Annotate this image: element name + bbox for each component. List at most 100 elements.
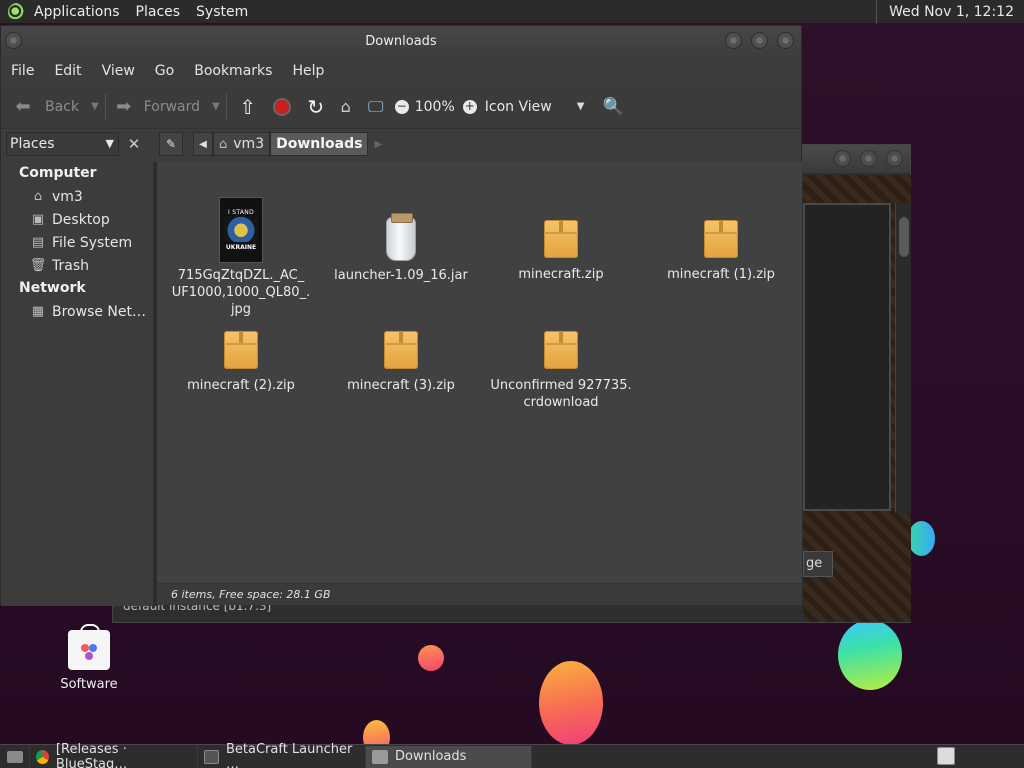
computer-icon[interactable]: 🖵 xyxy=(361,97,391,117)
menu-edit[interactable]: Edit xyxy=(44,63,91,79)
task-betacraft[interactable]: BetaCraft Launcher … xyxy=(198,742,366,768)
folder-icon xyxy=(372,749,388,764)
sidebar-item-label: Desktop xyxy=(52,211,110,228)
wallpaper-bubble xyxy=(838,620,902,690)
file-name: minecraft (3).zip xyxy=(347,378,455,393)
toggle-location-entry-button[interactable]: ✎ xyxy=(159,132,183,156)
image-thumbnail-icon: I STAND WITH UKRAINE xyxy=(219,197,263,263)
menu-bookmarks[interactable]: Bookmarks xyxy=(184,63,282,79)
file-name: Unconfirmed 927735. crdownload xyxy=(490,378,632,410)
menubar: File Edit View Go Bookmarks Help xyxy=(1,57,801,85)
system-menu[interactable]: System xyxy=(188,4,256,20)
file-item[interactable]: minecraft.zip xyxy=(481,220,641,283)
show-desktop-button[interactable] xyxy=(0,745,30,768)
sidebar-item-label: File System xyxy=(52,234,133,251)
window-menu-button[interactable] xyxy=(5,32,22,49)
zoom-in-icon[interactable]: + xyxy=(462,99,477,114)
chrome-icon xyxy=(36,749,49,764)
trash-icon: 🗑 xyxy=(29,257,47,273)
back-button[interactable]: ⬅ Back xyxy=(11,96,79,117)
zoom-level[interactable]: 100% xyxy=(415,99,455,115)
view-mode-select[interactable]: Icon View xyxy=(485,99,577,115)
archive-icon xyxy=(704,220,738,258)
back-arrow-icon: ⬅ xyxy=(15,96,31,117)
status-bar: 6 items, Free space: 28.1 GB xyxy=(157,583,802,605)
menu-go[interactable]: Go xyxy=(145,63,184,79)
sidebar-item-trash[interactable]: 🗑 Trash xyxy=(1,254,153,277)
archive-icon xyxy=(544,220,578,258)
file-view: I STAND WITH UKRAINE 715GqZtqDZL._AC_ UF… xyxy=(157,162,802,605)
file-item[interactable]: I STAND WITH UKRAINE 715GqZtqDZL._AC_ UF… xyxy=(161,197,321,318)
breadcrumb: ✎ ◀ ⌂ vm3 Downloads ▶ xyxy=(159,132,388,156)
applications-menu[interactable]: Applications xyxy=(26,4,128,20)
toolbar-separator xyxy=(225,93,227,120)
app-icon xyxy=(204,749,219,764)
taskbar: [Releases · BlueStag… BetaCraft Launcher… xyxy=(0,742,1024,768)
archive-icon xyxy=(224,331,258,369)
breadcrumb-right-arrow-icon[interactable]: ▶ xyxy=(368,139,388,150)
sidebar-item-file-system[interactable]: ▤ File System xyxy=(1,231,153,254)
file-item[interactable]: minecraft (2).zip xyxy=(161,331,321,394)
forward-history-dropdown-icon[interactable]: ▼ xyxy=(212,101,220,112)
trash-applet-icon[interactable] xyxy=(937,747,955,765)
sidebar-selector[interactable]: Places ▼ xyxy=(6,132,119,156)
menu-file[interactable]: File xyxy=(1,63,44,79)
menu-view[interactable]: View xyxy=(92,63,145,79)
scrollbar-thumb[interactable] xyxy=(899,217,909,257)
breadcrumb-home[interactable]: ⌂ vm3 xyxy=(213,132,271,156)
task-chrome[interactable]: [Releases · BlueStag… xyxy=(30,742,198,768)
changelog-panel xyxy=(803,203,891,511)
reload-icon[interactable]: ↻ xyxy=(301,95,331,119)
minimize-button[interactable] xyxy=(725,32,742,49)
clock[interactable]: Wed Nov 1, 12:12 xyxy=(876,0,1024,24)
places-menu[interactable]: Places xyxy=(128,4,189,20)
distro-logo-icon[interactable] xyxy=(8,2,26,21)
file-name: minecraft.zip xyxy=(518,267,604,282)
maximize-button[interactable] xyxy=(751,32,768,49)
sidebar-item-label: Trash xyxy=(52,257,89,274)
forward-label: Forward xyxy=(143,98,201,115)
wallpaper-bubble xyxy=(539,661,603,745)
close-button[interactable] xyxy=(777,32,794,49)
breadcrumb-label: vm3 xyxy=(233,136,265,152)
toolbar: ⬅ Back ▼ ➡ Forward ▼ ⇧ ↻ ⌂ 🖵 − 100% + Ic… xyxy=(1,85,801,129)
task-label: [Releases · BlueStag… xyxy=(55,741,128,768)
places-sidebar: Computer ⌂ vm3 ▣ Desktop ▤ File System 🗑… xyxy=(1,162,153,606)
breadcrumb-left-arrow-icon[interactable]: ◀ xyxy=(193,132,213,156)
drive-icon: ▤ xyxy=(31,234,45,250)
back-history-dropdown-icon[interactable]: ▼ xyxy=(91,101,99,112)
chevron-down-icon: ▼ xyxy=(105,137,114,150)
sidebar-item-browse-network[interactable]: ▦ Browse Net… xyxy=(1,300,153,323)
up-arrow-icon[interactable]: ⇧ xyxy=(233,95,263,119)
home-folder-icon: ⌂ xyxy=(219,136,228,152)
close-sidebar-icon[interactable]: ✕ xyxy=(123,132,145,156)
file-item[interactable]: minecraft (1).zip xyxy=(641,220,801,283)
scrollbar[interactable] xyxy=(895,203,911,513)
sidebar-item-desktop[interactable]: ▣ Desktop xyxy=(1,208,153,231)
maximize-button[interactable] xyxy=(860,150,877,167)
file-item[interactable]: Unconfirmed 927735. crdownload xyxy=(481,331,641,411)
task-downloads[interactable]: Downloads xyxy=(366,745,532,768)
minimize-button[interactable] xyxy=(834,150,851,167)
file-item[interactable]: minecraft (3).zip xyxy=(321,331,481,394)
wallpaper-bubble xyxy=(908,521,935,556)
view-mode-dropdown-icon[interactable]: ▼ xyxy=(577,101,585,112)
page-button[interactable]: ge xyxy=(803,551,833,577)
desktop-icon-label: Software xyxy=(60,677,118,692)
sidebar-item-vm3[interactable]: ⌂ vm3 xyxy=(1,185,153,208)
close-button[interactable] xyxy=(886,150,903,167)
file-name: minecraft (2).zip xyxy=(187,378,295,393)
desktop-icon-software[interactable]: Software xyxy=(52,624,126,692)
stop-icon[interactable] xyxy=(272,97,291,116)
forward-button[interactable]: ➡ Forward xyxy=(112,96,200,117)
menu-help[interactable]: Help xyxy=(282,63,334,79)
network-icon: ▦ xyxy=(31,303,45,319)
show-desktop-icon xyxy=(6,750,23,763)
home-icon[interactable]: ⌂ xyxy=(331,97,361,116)
search-icon[interactable]: 🔍 xyxy=(596,97,630,117)
zoom-out-icon[interactable]: − xyxy=(394,99,409,114)
file-item[interactable]: launcher-1.09_16.jar xyxy=(321,213,481,284)
breadcrumb-current[interactable]: Downloads xyxy=(270,132,369,156)
window-titlebar[interactable]: Downloads xyxy=(1,26,801,57)
file-manager-window: Downloads File Edit View Go Bookmarks He… xyxy=(0,25,802,606)
